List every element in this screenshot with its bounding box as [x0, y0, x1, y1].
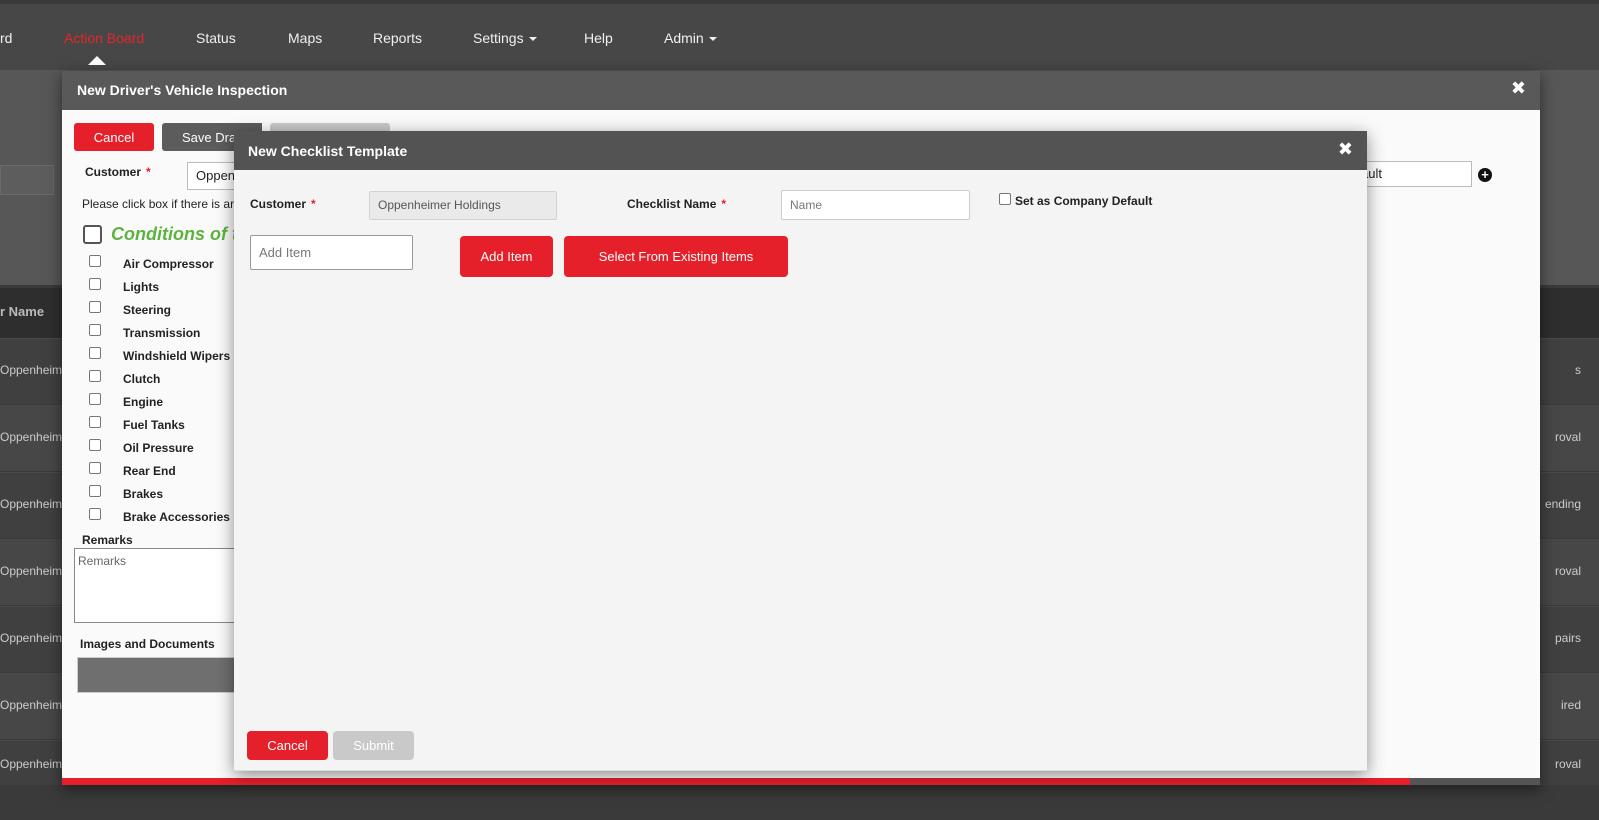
remarks-label: Remarks [82, 533, 133, 547]
checkbox-windshield-wipers[interactable] [89, 347, 101, 359]
checklist-item-label: Transmission [123, 326, 201, 340]
checklist-item-label: Brake Accessories [123, 510, 230, 524]
template-customer-label-text: Customer [250, 197, 307, 211]
checklist-name-input[interactable] [781, 190, 970, 220]
checkbox-transmission[interactable] [89, 324, 101, 336]
add-item-button[interactable]: Add Item [460, 236, 553, 277]
background-cell: pairs [1554, 631, 1581, 645]
nav-item-status[interactable]: Status [196, 30, 236, 46]
checklist-item-label: Clutch [123, 372, 161, 386]
add-item-input[interactable] [250, 235, 413, 270]
checkbox-rear-end[interactable] [89, 462, 101, 474]
company-default-checkbox[interactable] [999, 193, 1011, 205]
background-cell: Oppenheim [0, 757, 63, 771]
nav-item-settings-label: Settings [473, 30, 524, 46]
checklist-item-label: Steering [123, 303, 172, 317]
required-asterisk: * [721, 197, 727, 211]
nav-item-maps[interactable]: Maps [288, 30, 322, 46]
background-cell: roval [1554, 757, 1581, 771]
inspection-modal-title: New Driver's Vehicle Inspection [77, 82, 288, 98]
checklist-item-label: Fuel Tanks [123, 418, 185, 432]
checkbox-engine[interactable] [89, 393, 101, 405]
inspection-customer-label: Customer * [85, 165, 151, 179]
background-cell: roval [1554, 430, 1581, 444]
background-cell: Oppenheim [0, 631, 63, 645]
required-asterisk: * [146, 165, 151, 179]
template-customer-label: Customer * [250, 197, 316, 211]
modal-footer-divider [234, 770, 1367, 771]
close-icon[interactable]: ✖ [1511, 78, 1526, 99]
checkbox-oil-pressure[interactable] [89, 439, 101, 451]
inspection-default-field[interactable]: ault [1352, 161, 1472, 187]
checklist-template-header: New Checklist Template ✖ [234, 131, 1367, 170]
nav-item-admin-label: Admin [664, 30, 704, 46]
background-cell: Oppenheim [0, 430, 63, 444]
nav-item-dashboard[interactable]: rd [0, 30, 12, 46]
checklist-name-label: Checklist Name * [627, 197, 726, 211]
nav-item-action-board[interactable]: Action Board [64, 30, 144, 46]
checklist-item-label: Brakes [123, 487, 164, 501]
background-cell: Oppenheim [0, 497, 63, 511]
checklist-name-label-text: Checklist Name [627, 197, 717, 211]
background-cell: Oppenheim [0, 564, 63, 578]
background-cell: ending [1544, 497, 1581, 511]
required-asterisk: * [311, 197, 316, 211]
remarks-textarea[interactable]: Remarks [74, 548, 244, 623]
checklist-item-label: Oil Pressure [123, 441, 194, 455]
remarks-placeholder: Remarks [78, 554, 127, 568]
select-existing-items-button[interactable]: Select From Existing Items [564, 236, 788, 277]
checklist-item-label: Air Compressor [123, 257, 214, 271]
inspection-modal-header: New Driver's Vehicle Inspection ✖ [62, 71, 1540, 110]
checkbox-clutch[interactable] [89, 370, 101, 382]
inspection-cancel-button[interactable]: Cancel [74, 123, 154, 151]
inspection-customer-label-text: Customer [85, 165, 142, 179]
chevron-down-icon [528, 37, 537, 42]
images-documents-label: Images and Documents [80, 637, 215, 651]
top-navbar: rd Action Board Status Maps Reports Sett… [0, 0, 1599, 70]
progress-bar [62, 778, 1540, 785]
checkbox-brakes[interactable] [89, 485, 101, 497]
checkbox-steering[interactable] [89, 301, 101, 313]
template-submit-button[interactable]: Submit [333, 731, 414, 760]
checklist-item-label: Engine [123, 395, 164, 409]
inspection-instruction-text: Please click box if there is ar [82, 197, 235, 211]
checklist-template-modal: New Checklist Template ✖ Customer * Oppen… [234, 131, 1367, 771]
background-cell: roval [1554, 564, 1581, 578]
checkbox-fuel-tanks[interactable] [89, 416, 101, 428]
background-cell: Oppenheim [0, 363, 63, 377]
nav-item-reports[interactable]: Reports [373, 30, 422, 46]
chevron-down-icon [708, 37, 717, 42]
background-column-header: r Name [0, 304, 45, 319]
background-cell: Oppenheim [0, 698, 63, 712]
background-cell: ired [1560, 698, 1581, 712]
nav-item-help[interactable]: Help [584, 30, 613, 46]
checkbox-brake-accessories[interactable] [89, 508, 101, 520]
conditions-title: Conditions of th [111, 224, 249, 244]
progress-fill [62, 778, 1410, 785]
close-icon[interactable]: ✖ [1338, 139, 1353, 160]
upload-dropzone[interactable] [77, 657, 247, 693]
background-filter-input [0, 165, 54, 195]
checklist-item-label: Windshield Wipers [123, 349, 231, 363]
checklist-template-title: New Checklist Template [248, 143, 408, 159]
background-cell: s [1575, 363, 1581, 377]
checkbox-air-compressor[interactable] [89, 255, 101, 267]
template-cancel-button[interactable]: Cancel [247, 731, 328, 760]
template-customer-field: Oppenheimer Holdings [369, 191, 557, 220]
nav-item-settings[interactable]: Settings [473, 30, 537, 46]
nav-item-admin[interactable]: Admin [664, 30, 717, 46]
add-circle-icon[interactable]: + [1478, 168, 1492, 182]
checklist-item-label: Rear End [123, 464, 176, 478]
conditions-checkbox[interactable] [83, 225, 102, 244]
active-nav-marker [88, 56, 106, 65]
company-default-label: Set as Company Default [1015, 194, 1153, 208]
checklist-item-label: Lights [123, 280, 159, 294]
checkbox-lights[interactable] [89, 278, 101, 290]
background-footer [0, 785, 1599, 820]
